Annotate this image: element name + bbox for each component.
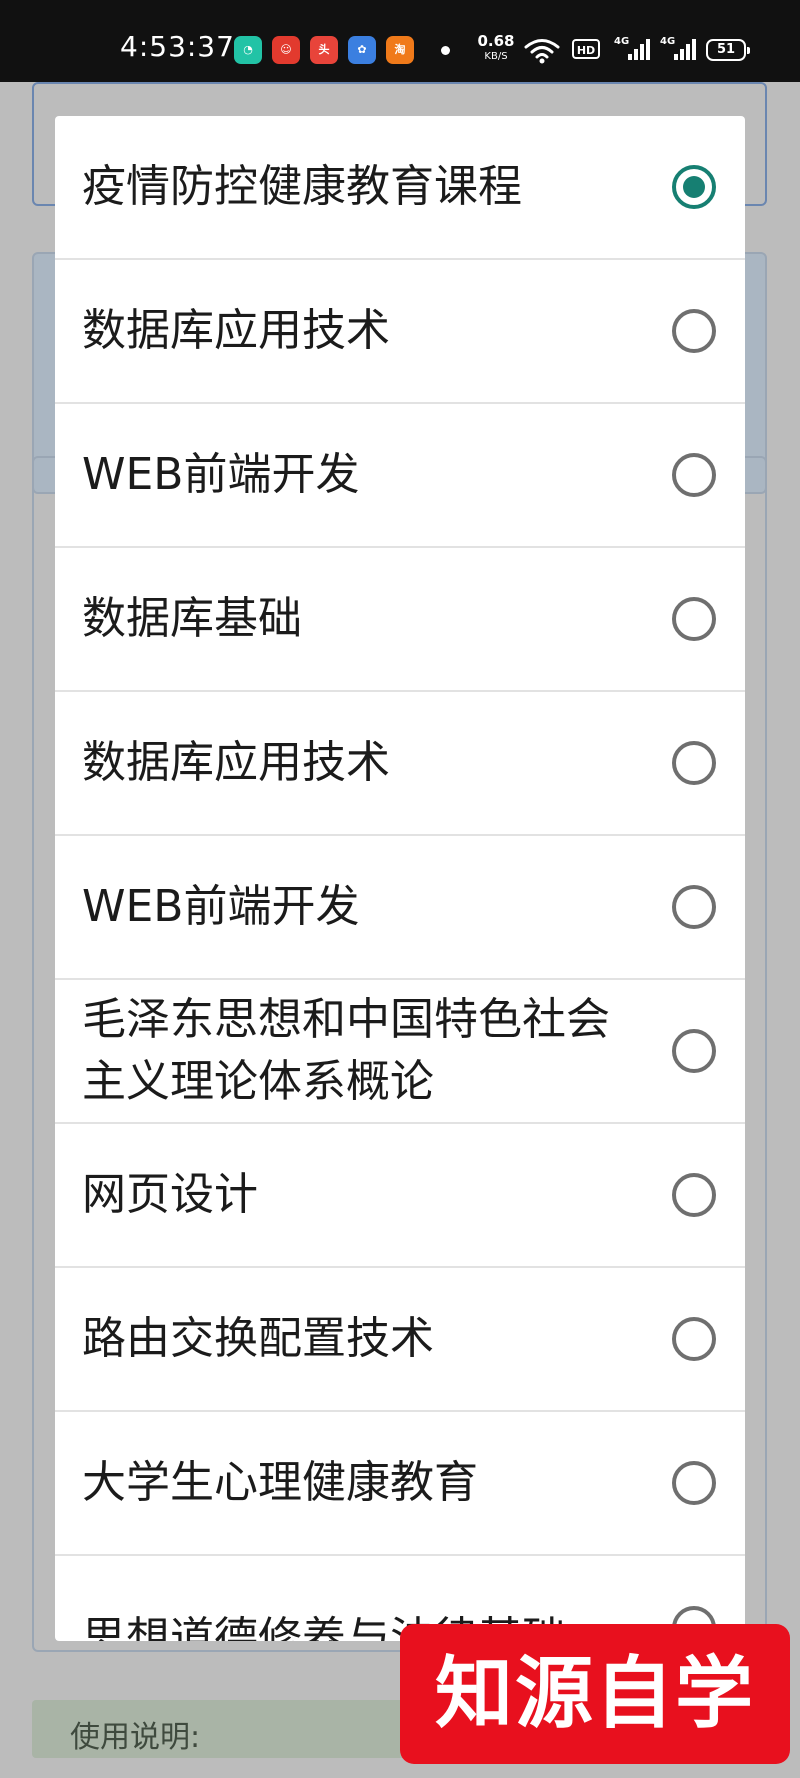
course-option-label: 数据库应用技术 xyxy=(82,305,390,356)
app-icon: ☺ xyxy=(272,36,300,64)
radio-unchecked-icon[interactable] xyxy=(672,1317,716,1361)
course-option[interactable]: 疫情防控健康教育课程 xyxy=(55,116,745,260)
radio-unchecked-icon[interactable] xyxy=(672,453,716,497)
course-option-label: 数据库基础 xyxy=(82,593,302,644)
course-option-label: 疫情防控健康教育课程 xyxy=(82,161,522,212)
course-option[interactable]: WEB前端开发 xyxy=(55,404,745,548)
network-speed-unit: KB/S xyxy=(484,51,508,62)
course-option[interactable]: 网页设计 xyxy=(55,1124,745,1268)
signal-1-icon: 4G xyxy=(614,36,650,66)
radio-checked-icon[interactable] xyxy=(672,165,716,209)
watermark-logo: 知源自学堂 xyxy=(400,1624,790,1764)
course-option-label: WEB前端开发 xyxy=(82,881,360,932)
watermark-text: 知源自学堂 xyxy=(434,1649,755,1739)
network-speed-value: 0.68 xyxy=(477,32,515,50)
course-option[interactable]: 毛泽东思想和中国特色社会主义理论体系概论 xyxy=(55,980,745,1124)
course-option[interactable]: WEB前端开发 xyxy=(55,836,745,980)
course-option-label: 路由交换配置技术 xyxy=(82,1313,434,1364)
notification-dot xyxy=(441,46,450,55)
course-option-label: 毛泽东思想和中国特色社会主义理论体系概论 xyxy=(82,994,610,1107)
radio-unchecked-icon[interactable] xyxy=(672,741,716,785)
course-option-label: 网页设计 xyxy=(82,1169,258,1220)
radio-unchecked-icon[interactable] xyxy=(672,309,716,353)
instructions-label: 使用说明: xyxy=(70,1720,201,1755)
course-option[interactable]: 数据库应用技术 xyxy=(55,260,745,404)
battery-icon: 51 xyxy=(706,39,750,61)
course-option-label: 大学生心理健康教育 xyxy=(82,1457,478,1508)
course-option[interactable]: 数据库应用技术 xyxy=(55,692,745,836)
wechat-icon: ◔ xyxy=(234,36,262,64)
radio-unchecked-icon[interactable] xyxy=(672,1029,716,1073)
signal-2-icon: 4G xyxy=(660,36,696,66)
course-option[interactable]: 数据库基础 xyxy=(55,548,745,692)
status-time: 4:53:37 xyxy=(120,30,235,63)
status-bar: 4:53:37 ◔ ☺ 头 ✿ 淘 0.68 KB/S HD 4G 4G 51 xyxy=(0,0,800,82)
radio-unchecked-icon[interactable] xyxy=(672,1173,716,1217)
wifi-icon xyxy=(524,39,560,64)
course-option[interactable]: 大学生心理健康教育 xyxy=(55,1412,745,1556)
radio-unchecked-icon[interactable] xyxy=(672,597,716,641)
toutiao-icon: 头 xyxy=(310,36,338,64)
taobao-icon: 淘 xyxy=(386,36,414,64)
baidu-icon: ✿ xyxy=(348,36,376,64)
signal-1-label: 4G xyxy=(614,36,630,47)
radio-unchecked-icon[interactable] xyxy=(672,885,716,929)
radio-unchecked-icon[interactable] xyxy=(672,1461,716,1505)
course-select-dialog: 疫情防控健康教育课程 数据库应用技术 WEB前端开发 数据库基础 数据库应用技术… xyxy=(55,116,745,1641)
hd-voice-icon: HD xyxy=(572,39,600,59)
signal-2-label: 4G xyxy=(660,36,676,47)
course-option[interactable]: 路由交换配置技术 xyxy=(55,1268,745,1412)
network-speed: 0.68 KB/S xyxy=(476,34,516,64)
course-option-label: 数据库应用技术 xyxy=(82,737,390,788)
course-option-label: WEB前端开发 xyxy=(82,449,360,500)
